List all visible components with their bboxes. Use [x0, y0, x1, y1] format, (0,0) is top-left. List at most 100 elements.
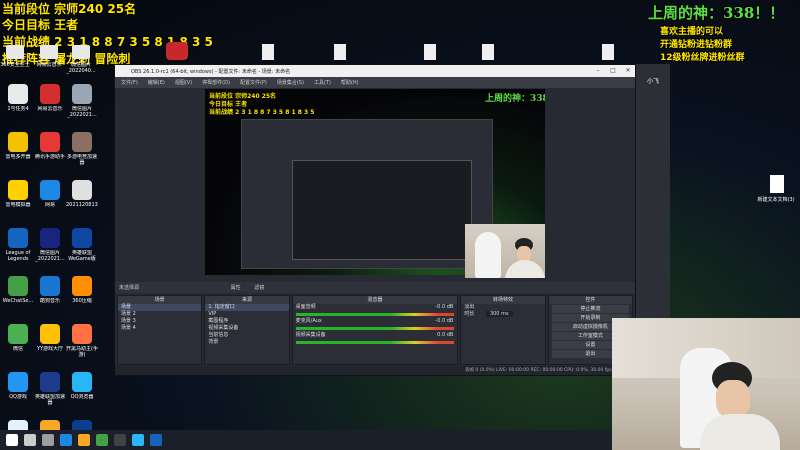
volume-meter[interactable]	[295, 313, 455, 316]
desktop-icon[interactable]: YY游戏大厅	[34, 324, 66, 366]
transitions-dock: 转场特效 淡出 时长 300 ms	[460, 295, 546, 365]
obs-icon[interactable]	[114, 434, 126, 446]
desktop-icon-360[interactable]: 360安全卫士	[0, 45, 30, 68]
source-item[interactable]: 截图程序	[205, 318, 288, 325]
desktop-icon[interactable]: 雷电模拟器	[2, 180, 34, 222]
scene-item[interactable]: 场景 4	[118, 325, 201, 332]
source-item[interactable]: 1. 指定窗口	[205, 304, 289, 311]
menu-item[interactable]: 停靠部件(D)	[202, 79, 230, 86]
desktop-icon[interactable]: 微信图片_2022021...	[66, 84, 98, 126]
desktop-icon[interactable]: 酷狗音乐	[34, 276, 66, 318]
desktop-icon-label: 雷电模拟器	[5, 202, 31, 208]
control-button[interactable]: 停止推流	[551, 305, 629, 313]
desktop-icon[interactable]: 微信图片_2022021...	[34, 228, 66, 270]
desktop-icon[interactable]: 多游电竞加速器	[66, 132, 98, 174]
maximize-icon[interactable]: □	[606, 65, 620, 77]
desktop-icon-label: 微信图片_2022021...	[35, 250, 65, 262]
start-icon[interactable]	[6, 434, 18, 446]
app-icon	[72, 276, 92, 296]
task-view-icon[interactable]	[42, 434, 54, 446]
desktop-icon[interactable]: 英雄联盟加速器	[34, 372, 66, 414]
explorer-icon[interactable]	[78, 434, 90, 446]
person-body	[700, 414, 780, 450]
desktop-icon[interactable]: 网易云音乐	[34, 84, 66, 126]
scenes-dock: 场景 场景 场景 2 场景 3 场景 4	[117, 295, 203, 365]
app-icon	[40, 324, 60, 344]
source-item[interactable]: 背景	[205, 339, 288, 346]
mixer-channel-db: -0.0 dB	[435, 304, 454, 310]
mixer-channel-db: -0.0 dB	[435, 318, 454, 324]
desktop-icon[interactable]: 2021120813...	[66, 180, 98, 222]
menu-item[interactable]: 编辑(E)	[148, 79, 165, 86]
desktop-icon[interactable]: QQ浏览器	[66, 372, 98, 414]
person-face	[716, 380, 750, 418]
person-body	[505, 260, 545, 278]
file-icon[interactable]	[424, 44, 436, 60]
menu-item[interactable]: 文件(F)	[121, 79, 138, 86]
menu-item[interactable]: 场景集合(S)	[277, 79, 304, 86]
search-icon[interactable]	[24, 434, 36, 446]
desktop-icon[interactable]: 360压缩	[66, 276, 98, 318]
text-file-label[interactable]: 新建文本文档(3)	[752, 196, 800, 203]
desktop-icon[interactable]: 英雄联盟WeGame版	[66, 228, 98, 270]
file-icon[interactable]	[602, 44, 614, 60]
app-icon	[40, 228, 60, 248]
obs-docks: 场景 场景 场景 2 场景 3 场景 4 来源 1. 指定窗口 VIP 截图程序 视频采集设…	[115, 295, 635, 365]
scenes-dock-title: 场景	[118, 296, 202, 304]
menu-item[interactable]: 视图(V)	[175, 79, 192, 86]
minimize-icon[interactable]: –	[591, 65, 605, 77]
app-icon	[72, 132, 92, 152]
source-item[interactable]: 当前信息	[205, 332, 288, 339]
desktop-icon[interactable]: 网易	[34, 180, 66, 222]
scene-item[interactable]: 场景	[118, 304, 202, 311]
preview-overlay-god: 上周的神：338！！	[485, 94, 545, 104]
edge-icon[interactable]	[60, 434, 72, 446]
wechat-icon[interactable]	[96, 434, 108, 446]
desktop-icon[interactable]: 雷电多开器	[2, 132, 34, 174]
duration-label: 时长	[464, 311, 475, 317]
mixer-channel-name: 麦克风/Aux	[295, 318, 322, 324]
file-icon[interactable]	[334, 44, 346, 60]
transitions-dock-title: 转场特效	[461, 296, 545, 304]
app-icon	[72, 45, 90, 59]
menu-item[interactable]: 配置文件(P)	[240, 79, 267, 86]
source-item[interactable]: 视频采集设备	[205, 325, 288, 332]
close-icon[interactable]: ✕	[621, 65, 635, 77]
properties-button[interactable]: 属性	[231, 285, 241, 291]
file-icon[interactable]	[262, 44, 274, 60]
text-file-icon[interactable]	[770, 175, 784, 193]
app-icon	[40, 132, 60, 152]
taskbar	[0, 430, 612, 450]
menu-item[interactable]: 工具(T)	[314, 79, 331, 86]
volume-meter[interactable]	[295, 341, 455, 344]
desktop-icon[interactable]: 1号任务4	[2, 84, 34, 126]
desktop-icon[interactable]: WeChatSe...	[2, 276, 34, 318]
desktop-icon[interactable]: 腾讯手游助手	[34, 132, 66, 174]
volume-meter[interactable]	[295, 327, 455, 330]
obs-titlebar[interactable]: OBS 26.1.0-rc1 (64-bit, windows) - 配置文件:…	[115, 65, 635, 77]
overlay-rank: 当前段位 宗师240 25名	[2, 2, 137, 16]
menu-item[interactable]: 帮助(H)	[341, 79, 359, 86]
desktop-icon[interactable]: 微信	[2, 324, 34, 366]
filters-button[interactable]: 滤镜	[254, 285, 264, 291]
mixer-dock: 混音器 桌面音频 -0.0 dB 麦克风/Aux -0.0 dB 视频采集设备 0.0 d…	[291, 295, 459, 365]
file-icon[interactable]	[482, 44, 494, 60]
league-icon[interactable]	[150, 434, 162, 446]
desktop-icon[interactable]: QQ游戏	[2, 372, 34, 414]
desktop-icon-label: 微信图片_2022021...	[67, 106, 97, 118]
desktop-icon[interactable]: League of Legends	[2, 228, 34, 270]
duration-input[interactable]: 300 ms	[485, 311, 513, 317]
app-icon	[72, 228, 92, 248]
desktop-icon[interactable]: 开黑马助主(手游)	[66, 324, 98, 366]
qq-icon[interactable]	[132, 434, 144, 446]
desktop-icon-netease[interactable]: 网易云音乐	[34, 45, 64, 68]
mixer-channel-name: 桌面音频	[295, 304, 316, 310]
preview-overlay-record: 当前战绩 2 3 1 8 8 7 3 5 8 1 8 3 5	[209, 109, 315, 116]
app-icon	[8, 324, 28, 344]
desktop-icon-wechat-img[interactable]: 微信图片_2022040...	[66, 45, 96, 74]
scene-item[interactable]: 场景 2	[118, 311, 201, 318]
overlay-promo-1: 喜欢主播的可以	[660, 27, 724, 37]
source-item[interactable]: VIP	[205, 311, 288, 318]
transition-select[interactable]: 淡出	[461, 304, 544, 311]
scene-item[interactable]: 场景 3	[118, 318, 201, 325]
